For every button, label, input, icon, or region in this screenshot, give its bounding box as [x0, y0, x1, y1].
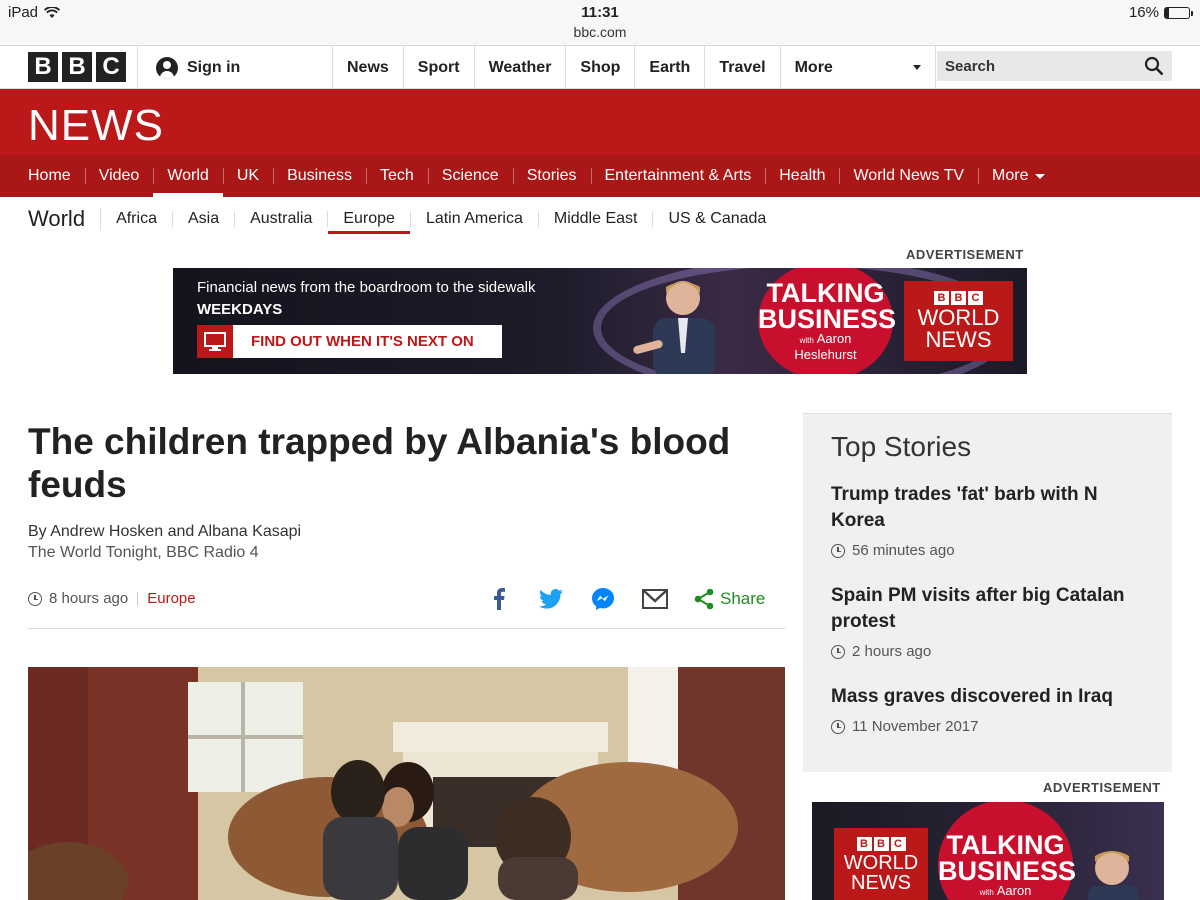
sign-in-link[interactable]: Sign in [137, 46, 332, 89]
ad-schedule: WEEKDAYS [197, 301, 283, 318]
ad-show-logo: TALKING BUSINESS with Aaron Heslehurst [758, 268, 896, 374]
nav-item-tech[interactable]: Tech [365, 155, 428, 197]
nav-item-science[interactable]: Science [427, 155, 513, 197]
user-icon [156, 56, 178, 79]
article-section-link[interactable]: Europe [147, 590, 195, 607]
device-status-bar: iPad 11:31 bbc.com 16% [0, 0, 1200, 46]
search-placeholder: Search [945, 57, 996, 75]
ad-presenter-image [633, 281, 715, 374]
subnav-item-us-canada[interactable]: US & Canada [653, 210, 781, 227]
advert-banner-side[interactable]: BBC WORLD NEWS TALKING BUSINESS with Aar… [812, 802, 1164, 900]
battery-percent: 16% [1128, 4, 1159, 21]
subnav-item-africa[interactable]: Africa [101, 210, 173, 227]
chevron-down-icon [912, 65, 921, 70]
subnav-item-australia[interactable]: Australia [235, 210, 329, 227]
nav-item-business[interactable]: Business [273, 155, 366, 197]
story-headline[interactable]: Spain PM visits after big Catalan protes… [831, 583, 1151, 635]
subnav-item-latin-america[interactable]: Latin America [411, 210, 539, 227]
clock-icon [831, 543, 845, 558]
messenger-icon[interactable] [590, 586, 616, 612]
story-timestamp: 56 minutes ago [852, 542, 955, 559]
section-title[interactable]: World [28, 206, 102, 231]
battery-icon [1164, 6, 1193, 19]
share-icon[interactable] [694, 586, 714, 612]
story-headline[interactable]: Mass graves discovered in Iraq [831, 684, 1151, 710]
story-item[interactable]: Mass graves discovered in Iraq 11 Novemb… [831, 684, 1151, 735]
nav-item-stories[interactable]: Stories [512, 155, 591, 197]
share-tools: Share [486, 586, 765, 612]
story-headline[interactable]: Trump trades 'fat' barb with N Korea [831, 482, 1151, 534]
email-icon[interactable] [642, 586, 668, 612]
address-bar-url[interactable]: bbc.com [0, 24, 1200, 40]
subnav-item-europe[interactable]: Europe [328, 210, 411, 234]
search-input[interactable]: Search [937, 51, 1172, 81]
article-byline: By Andrew Hosken and Albana Kasapi [28, 523, 302, 540]
facebook-icon[interactable] [486, 586, 512, 612]
clock-icon [831, 644, 845, 659]
bbc-masthead: B B C Sign in News Sport Weather Shop Ea… [0, 46, 1200, 89]
divider [28, 628, 785, 629]
story-item[interactable]: Trump trades 'fat' barb with N Korea 56 … [831, 482, 1151, 559]
advertisement-label: ADVERTISEMENT [1043, 780, 1161, 795]
nav-item-health[interactable]: Health [765, 155, 839, 197]
clock-icon [28, 591, 42, 606]
article-source: The World Tonight, BBC Radio 4 [28, 544, 259, 561]
advertisement-label: ADVERTISEMENT [906, 247, 1024, 262]
section-subnav: World Africa Asia Australia Europe Latin… [28, 197, 781, 240]
global-nav-travel[interactable]: Travel [704, 46, 779, 89]
subnav-item-middle-east[interactable]: Middle East [539, 210, 654, 227]
ad-show-logo: TALKING BUSINESS with Aaron [938, 802, 1076, 900]
top-stories-panel: Top Stories Trump trades 'fat' barb with… [803, 413, 1172, 772]
ad-tagline: Financial news from the boardroom to the… [197, 279, 536, 296]
global-nav: News Sport Weather Shop Earth Travel Mor… [332, 46, 936, 89]
clock-time: 11:31 [581, 4, 619, 21]
global-nav-news[interactable]: News [332, 46, 403, 89]
bbc-logo[interactable]: B B C [28, 52, 126, 82]
article-headline: The children trapped by Albania's blood … [28, 421, 731, 505]
article-meta: 8 hours ago Europe [28, 590, 196, 607]
ad-bbc-world-news-logo: BBC WORLD NEWS [834, 828, 928, 900]
share-button[interactable]: Share [720, 589, 765, 609]
nav-item-uk[interactable]: UK [222, 155, 273, 197]
article-timestamp: 8 hours ago [49, 590, 129, 607]
ad-bbc-world-news-logo: BBC WORLD NEWS [904, 281, 1013, 361]
global-nav-sport[interactable]: Sport [402, 46, 474, 89]
global-nav-earth[interactable]: Earth [634, 46, 704, 89]
nav-item-video[interactable]: Video [84, 155, 154, 197]
nav-item-entertainment[interactable]: Entertainment & Arts [590, 155, 766, 197]
twitter-icon[interactable] [538, 586, 564, 612]
global-nav-weather[interactable]: Weather [473, 46, 566, 89]
global-nav-shop[interactable]: Shop [565, 46, 634, 89]
news-main-nav: Home Video World UK Business Tech Scienc… [0, 155, 1200, 197]
advert-banner-top[interactable]: Financial news from the boardroom to the… [173, 268, 1027, 374]
subnav-item-asia[interactable]: Asia [173, 210, 236, 227]
nav-item-more[interactable]: More [978, 155, 1059, 197]
top-stories-title: Top Stories [831, 431, 972, 462]
news-banner: NEWS [0, 89, 1200, 155]
ad-cta-button[interactable]: FIND OUT WHEN IT'S NEXT ON [197, 325, 502, 358]
ad-presenter-image [1088, 851, 1138, 900]
nav-item-home[interactable]: Home [14, 155, 85, 197]
story-timestamp: 11 November 2017 [852, 718, 979, 735]
clock-icon [831, 719, 845, 734]
global-nav-more[interactable]: More [779, 46, 936, 89]
nav-item-world[interactable]: World [153, 155, 223, 197]
story-item[interactable]: Spain PM visits after big Catalan protes… [831, 583, 1151, 660]
news-logo[interactable]: NEWS [28, 101, 164, 151]
article-photo[interactable] [28, 667, 785, 900]
story-timestamp: 2 hours ago [852, 643, 932, 660]
chevron-down-icon [1035, 173, 1046, 179]
tv-icon [197, 325, 233, 358]
search-icon[interactable] [1144, 56, 1164, 76]
nav-item-world-news-tv[interactable]: World News TV [839, 155, 978, 197]
